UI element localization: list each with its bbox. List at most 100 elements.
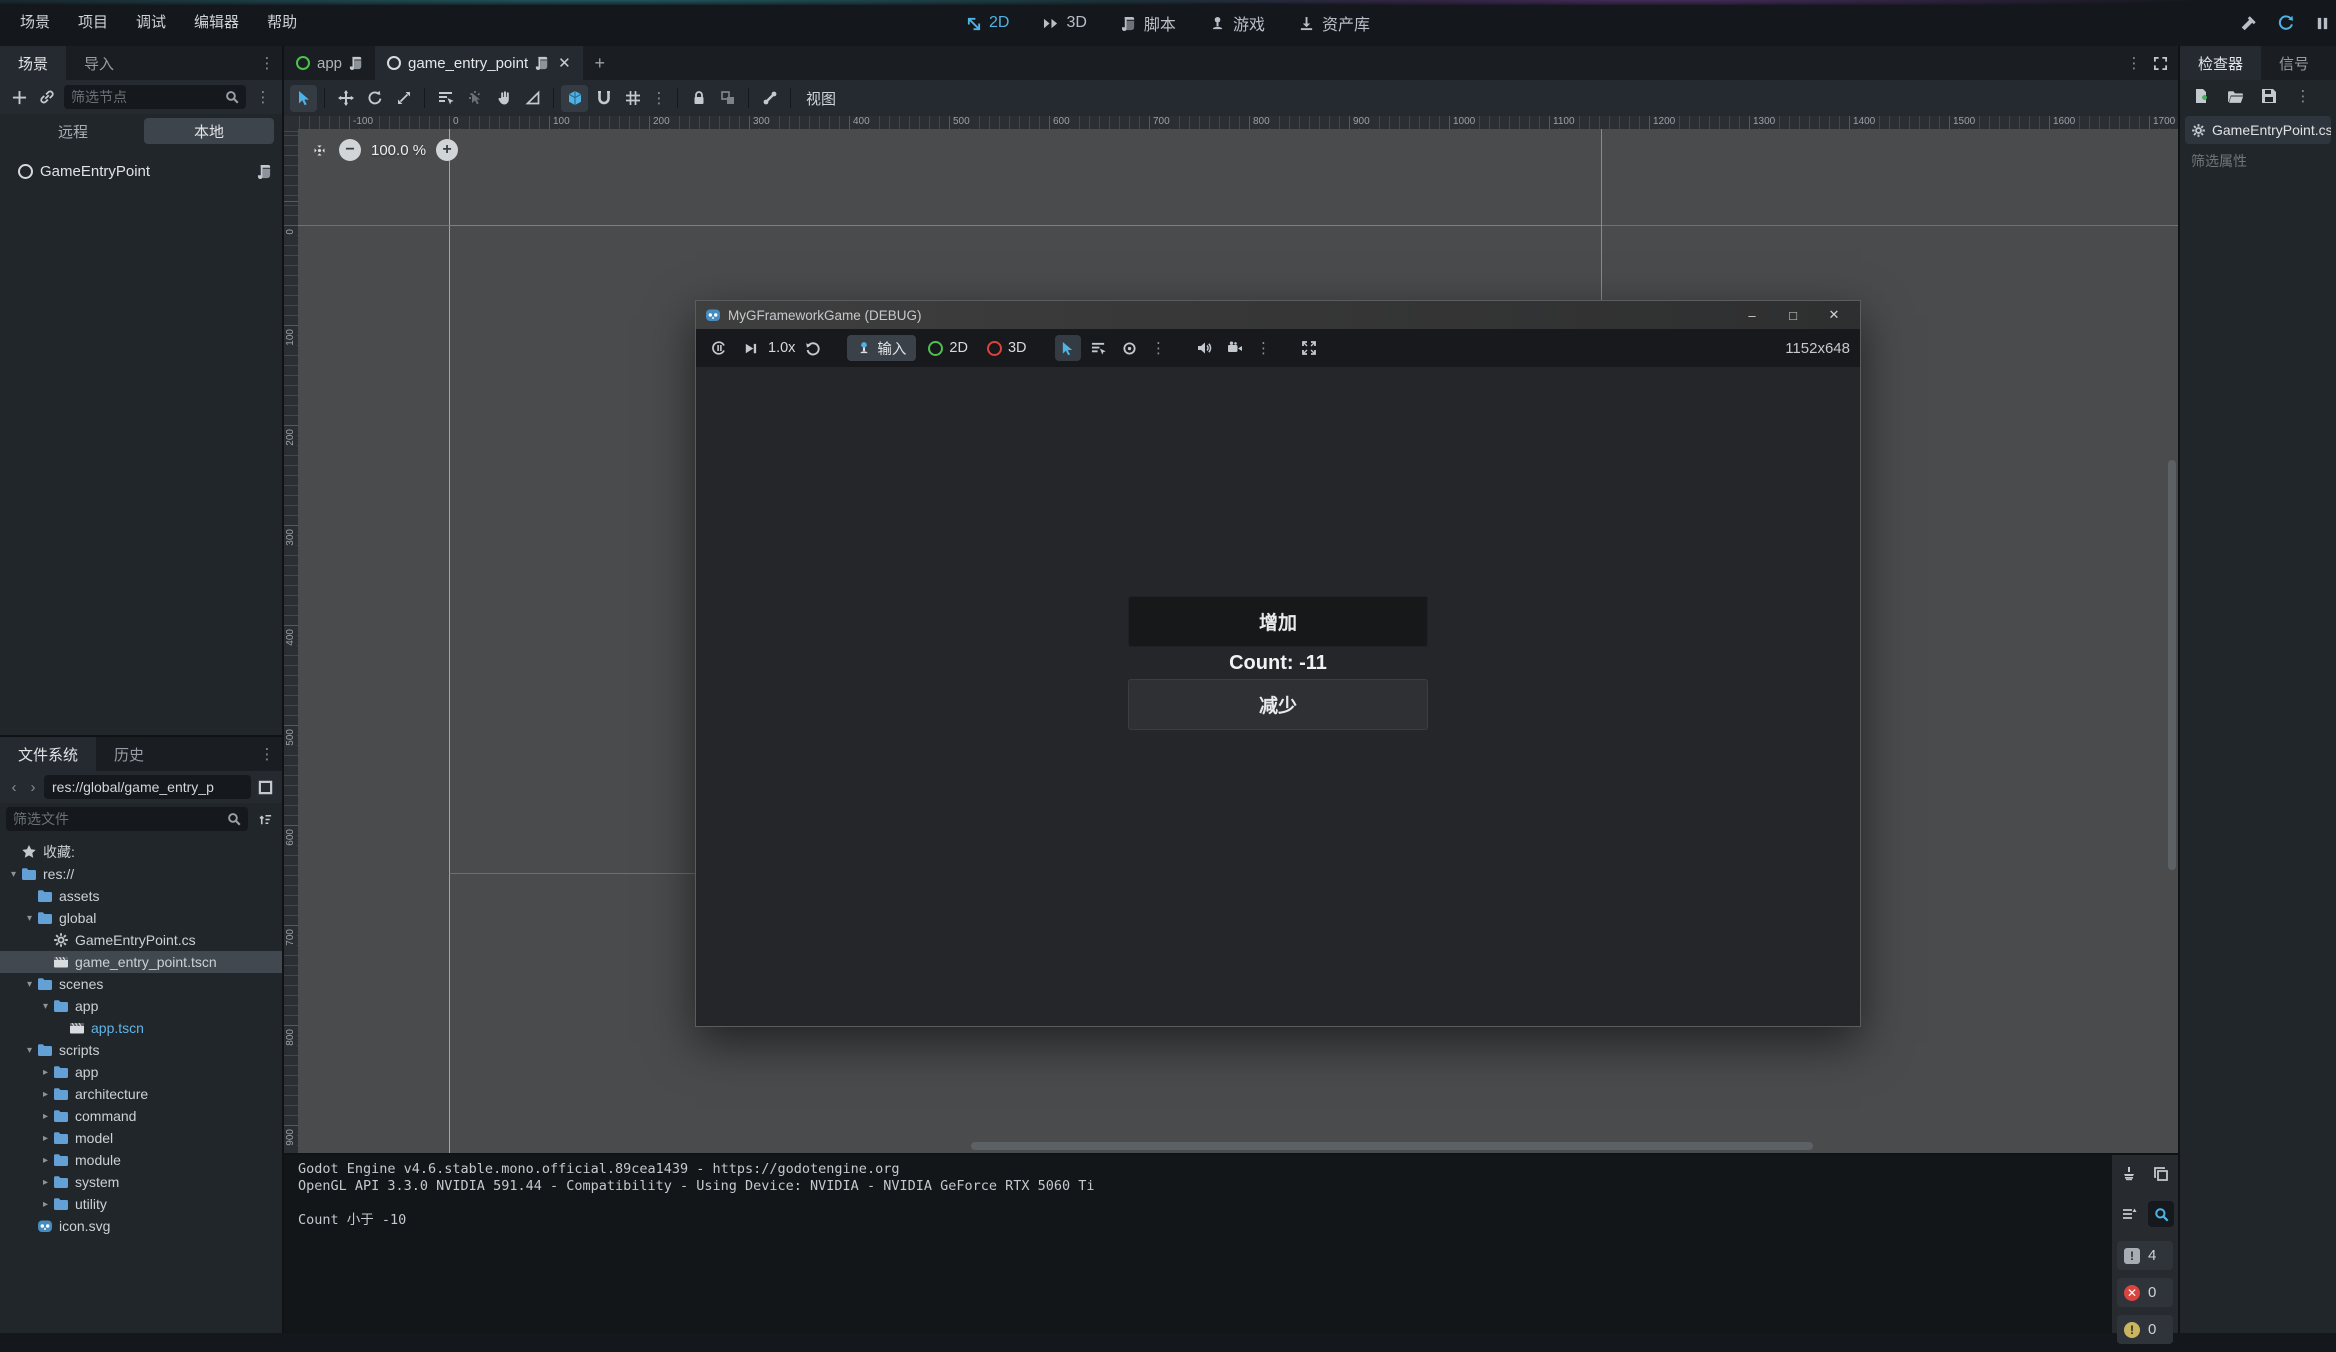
pause-icon[interactable]	[2315, 16, 2330, 31]
camera-override-button[interactable]	[1222, 335, 1248, 361]
menu-3[interactable]: 编辑器	[180, 0, 253, 46]
2d-viewport[interactable]: 0100200300400500600700800900 -1000100200…	[284, 116, 2178, 1153]
grid-snap-magnet-button[interactable]	[590, 85, 617, 112]
fs-tree-item[interactable]: icon.svg	[0, 1215, 282, 1237]
restart-button[interactable]	[800, 335, 826, 361]
sort-files-icon[interactable]	[254, 807, 276, 831]
instance-scene-link-icon[interactable]	[36, 85, 58, 109]
fs-tree-item[interactable]: ▾scripts	[0, 1039, 282, 1061]
minimize-button[interactable]: –	[1735, 301, 1769, 329]
inspected-resource-row[interactable]: GameEntryPoint.cs	[2185, 116, 2331, 144]
close-button[interactable]: ✕	[1817, 301, 1851, 329]
expander-icon[interactable]: ▾	[22, 979, 37, 990]
scene-dock-menu-icon[interactable]	[252, 88, 274, 106]
fs-tree-item[interactable]: ▾app	[0, 995, 282, 1017]
fs-tree-item[interactable]: assets	[0, 885, 282, 907]
input-mode-toggle[interactable]: 输入	[847, 335, 916, 361]
expander-icon[interactable]: ▾	[6, 869, 21, 880]
vertical-scrollbar[interactable]	[2168, 460, 2176, 870]
warnings-badge[interactable]: !0	[2117, 1315, 2173, 1344]
grid-toggle-button[interactable]	[619, 85, 646, 112]
collapse-duplicates-button[interactable]	[2116, 1201, 2142, 1227]
errors-badge[interactable]: ✕0	[2117, 1278, 2173, 1307]
copy-output-button[interactable]	[2148, 1161, 2174, 1187]
select-tool-button[interactable]	[290, 85, 317, 112]
clear-output-button[interactable]	[2116, 1161, 2142, 1187]
fs-tree-item[interactable]: ▾scenes	[0, 973, 282, 995]
script-icon[interactable]	[257, 164, 272, 179]
workspace-3d-tab[interactable]: 3D	[1043, 14, 1086, 32]
split-view-icon[interactable]	[254, 775, 276, 799]
search-output-button[interactable]	[2148, 1201, 2174, 1227]
game-window-titlebar[interactable]: MyGFrameworkGame (DEBUG) – □ ✕	[696, 301, 1860, 329]
lock-node-button[interactable]	[685, 85, 712, 112]
fs-tree-item[interactable]: ▸utility	[0, 1193, 282, 1215]
game-viewport[interactable]: 增加 Count: -11 减少	[696, 367, 1860, 1026]
fs-tree-item[interactable]: ▸app	[0, 1061, 282, 1083]
game-fullscreen-button[interactable]	[1296, 335, 1322, 361]
script-icon[interactable]	[349, 56, 363, 70]
expand-viewport-icon[interactable]	[2147, 50, 2174, 77]
game-window[interactable]: MyGFrameworkGame (DEBUG) – □ ✕ 1.0x	[695, 300, 1861, 1027]
decrease-button[interactable]: 减少	[1128, 679, 1428, 730]
fs-tree-item[interactable]: GameEntryPoint.cs	[0, 929, 282, 951]
inspector-tab-1[interactable]: 信号	[2261, 46, 2327, 80]
reload-project-icon[interactable]	[2277, 14, 2295, 32]
fs-tree-item[interactable]: ▸model	[0, 1127, 282, 1149]
scene-dock-tab-0[interactable]: 场景	[0, 46, 66, 80]
expander-icon[interactable]: ▸	[38, 1133, 53, 1144]
scene-dock-tab-1[interactable]: 导入	[66, 46, 132, 80]
fs-tree-item[interactable]: ▾res://	[0, 863, 282, 885]
fs-tree-item[interactable]: ▸command	[0, 1105, 282, 1127]
add-node-button[interactable]	[8, 85, 30, 109]
expander-icon[interactable]: ▾	[38, 1001, 53, 1012]
rotate-tool-button[interactable]	[361, 85, 388, 112]
game-list-select-button[interactable]	[1086, 335, 1112, 361]
expander-icon[interactable]: ▸	[38, 1177, 53, 1188]
camera-options-menu-icon[interactable]	[1253, 339, 1275, 357]
scene-tab-app[interactable]: app	[284, 46, 375, 80]
fs-dock-tab-0[interactable]: 文件系统	[0, 737, 96, 771]
workspace-game-tab[interactable]: 游戏	[1210, 11, 1265, 35]
fs-tree-item[interactable]: ▸system	[0, 1171, 282, 1193]
scale-tool-button[interactable]	[390, 85, 417, 112]
maximize-button[interactable]: □	[1776, 301, 1810, 329]
fs-tree-item[interactable]: app.tscn	[0, 1017, 282, 1039]
script-icon[interactable]	[535, 56, 549, 70]
save-resource-button[interactable]	[2258, 84, 2280, 108]
group-node-button[interactable]	[714, 85, 741, 112]
game-select-mode-button[interactable]	[1055, 335, 1081, 361]
inspector-menu-icon[interactable]	[2292, 87, 2314, 105]
pan-tool-button[interactable]	[490, 85, 517, 112]
new-scene-tab-button[interactable]: +	[583, 46, 617, 80]
skeleton-options-button[interactable]	[756, 85, 783, 112]
messages-badge[interactable]: !4	[2117, 1241, 2173, 1270]
zoom-level[interactable]: 100.0 %	[371, 142, 426, 159]
filter-nodes-input[interactable]: 筛选节点	[64, 85, 246, 109]
fs-dock-tab-1[interactable]: 历史	[96, 737, 162, 771]
expander-icon[interactable]: ▾	[22, 1045, 37, 1056]
view-menu-button[interactable]: 视图	[798, 88, 844, 109]
filter-properties-input[interactable]: 筛选属性	[2185, 148, 2331, 174]
audio-toggle-button[interactable]	[1191, 335, 1217, 361]
camera-2d-button[interactable]: 2D	[921, 335, 975, 361]
close-tab-icon[interactable]: ✕	[558, 54, 571, 72]
menu-0[interactable]: 场景	[6, 0, 64, 46]
focus-selection-button[interactable]	[1117, 335, 1143, 361]
local-tab[interactable]: 本地	[144, 118, 274, 144]
current-path[interactable]: res://global/game_entry_p	[44, 775, 251, 799]
workspace-2d-tab[interactable]: 2D	[966, 14, 1009, 32]
snap-options-menu-icon[interactable]	[648, 89, 670, 107]
menu-1[interactable]: 项目	[64, 0, 122, 46]
inspector-tab-0[interactable]: 检查器	[2180, 46, 2261, 80]
fs-tree-item[interactable]: ▸module	[0, 1149, 282, 1171]
nav-forward-icon[interactable]: ›	[25, 779, 41, 796]
build-hammer-icon[interactable]	[2240, 15, 2257, 32]
zoom-in-button[interactable]: +	[436, 139, 458, 161]
nav-back-icon[interactable]: ‹	[6, 779, 22, 796]
remote-tab[interactable]: 远程	[8, 118, 138, 144]
camera-3d-button[interactable]: 3D	[980, 335, 1034, 361]
fs-dock-tab-menu-icon[interactable]	[256, 745, 278, 763]
fs-tree-item[interactable]: 收藏:	[0, 841, 282, 863]
scene-tree-root-node[interactable]: GameEntryPoint	[0, 158, 282, 184]
